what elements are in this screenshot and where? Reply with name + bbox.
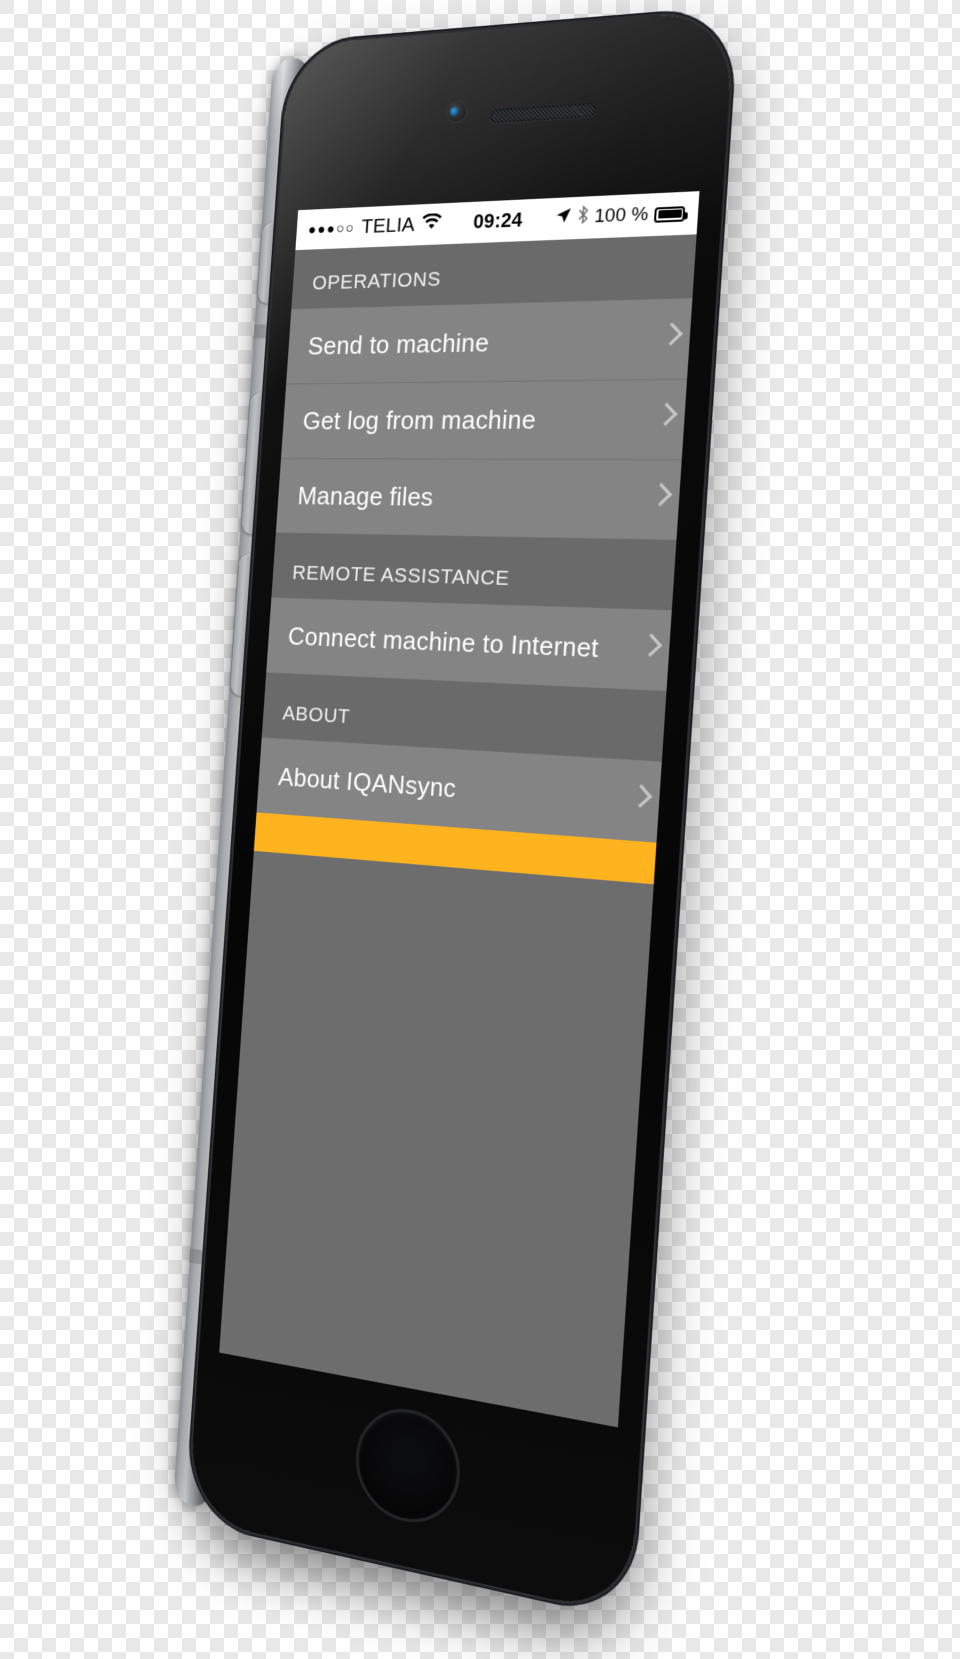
front-camera-icon — [446, 101, 467, 123]
home-button[interactable] — [352, 1400, 464, 1533]
wifi-icon — [420, 212, 442, 236]
section-rows: Send to machine Get log from machine Manag… — [275, 298, 693, 540]
bluetooth-icon — [576, 205, 589, 230]
phone-device: ●●●○○ TELIA 09:24 100 % OPERATIONS Send … — [173, 9, 736, 1617]
status-bar-right: 100 % — [554, 201, 686, 231]
chevron-right-icon — [659, 322, 683, 346]
list-item[interactable]: Get log from machine — [281, 378, 688, 460]
chevron-right-icon — [639, 633, 663, 657]
status-bar-clock: 09:24 — [472, 208, 524, 233]
list-item[interactable]: Send to machine — [286, 298, 693, 384]
signal-strength-icon: ●●●○○ — [307, 219, 356, 238]
settings-list: OPERATIONS Send to machine Get log from ma… — [256, 234, 697, 843]
list-item-label: Connect machine to Internet — [287, 620, 600, 663]
location-arrow-icon — [555, 207, 572, 230]
list-item-label: Get log from machine — [301, 404, 537, 435]
list-item-label: Send to machine — [307, 327, 491, 360]
battery-percent-label: 100 % — [593, 203, 650, 228]
carrier-label: TELIA — [360, 213, 416, 238]
chevron-right-icon — [654, 402, 678, 426]
chevron-right-icon — [649, 482, 673, 507]
earpiece-speaker-icon — [489, 102, 597, 124]
list-item-label: About IQANsync — [277, 761, 458, 803]
battery-full-icon — [653, 205, 686, 223]
list-item-label: Manage files — [296, 480, 435, 512]
chevron-right-icon — [629, 784, 653, 808]
status-bar-left: ●●●○○ TELIA — [307, 212, 442, 241]
phone-screen: ●●●○○ TELIA 09:24 100 % OPERATIONS Send … — [219, 191, 700, 1428]
list-item[interactable]: Manage files — [275, 458, 682, 540]
perspective-stage: ●●●○○ TELIA 09:24 100 % OPERATIONS Send … — [0, 0, 960, 1659]
accent-bottom-bar — [253, 812, 657, 885]
